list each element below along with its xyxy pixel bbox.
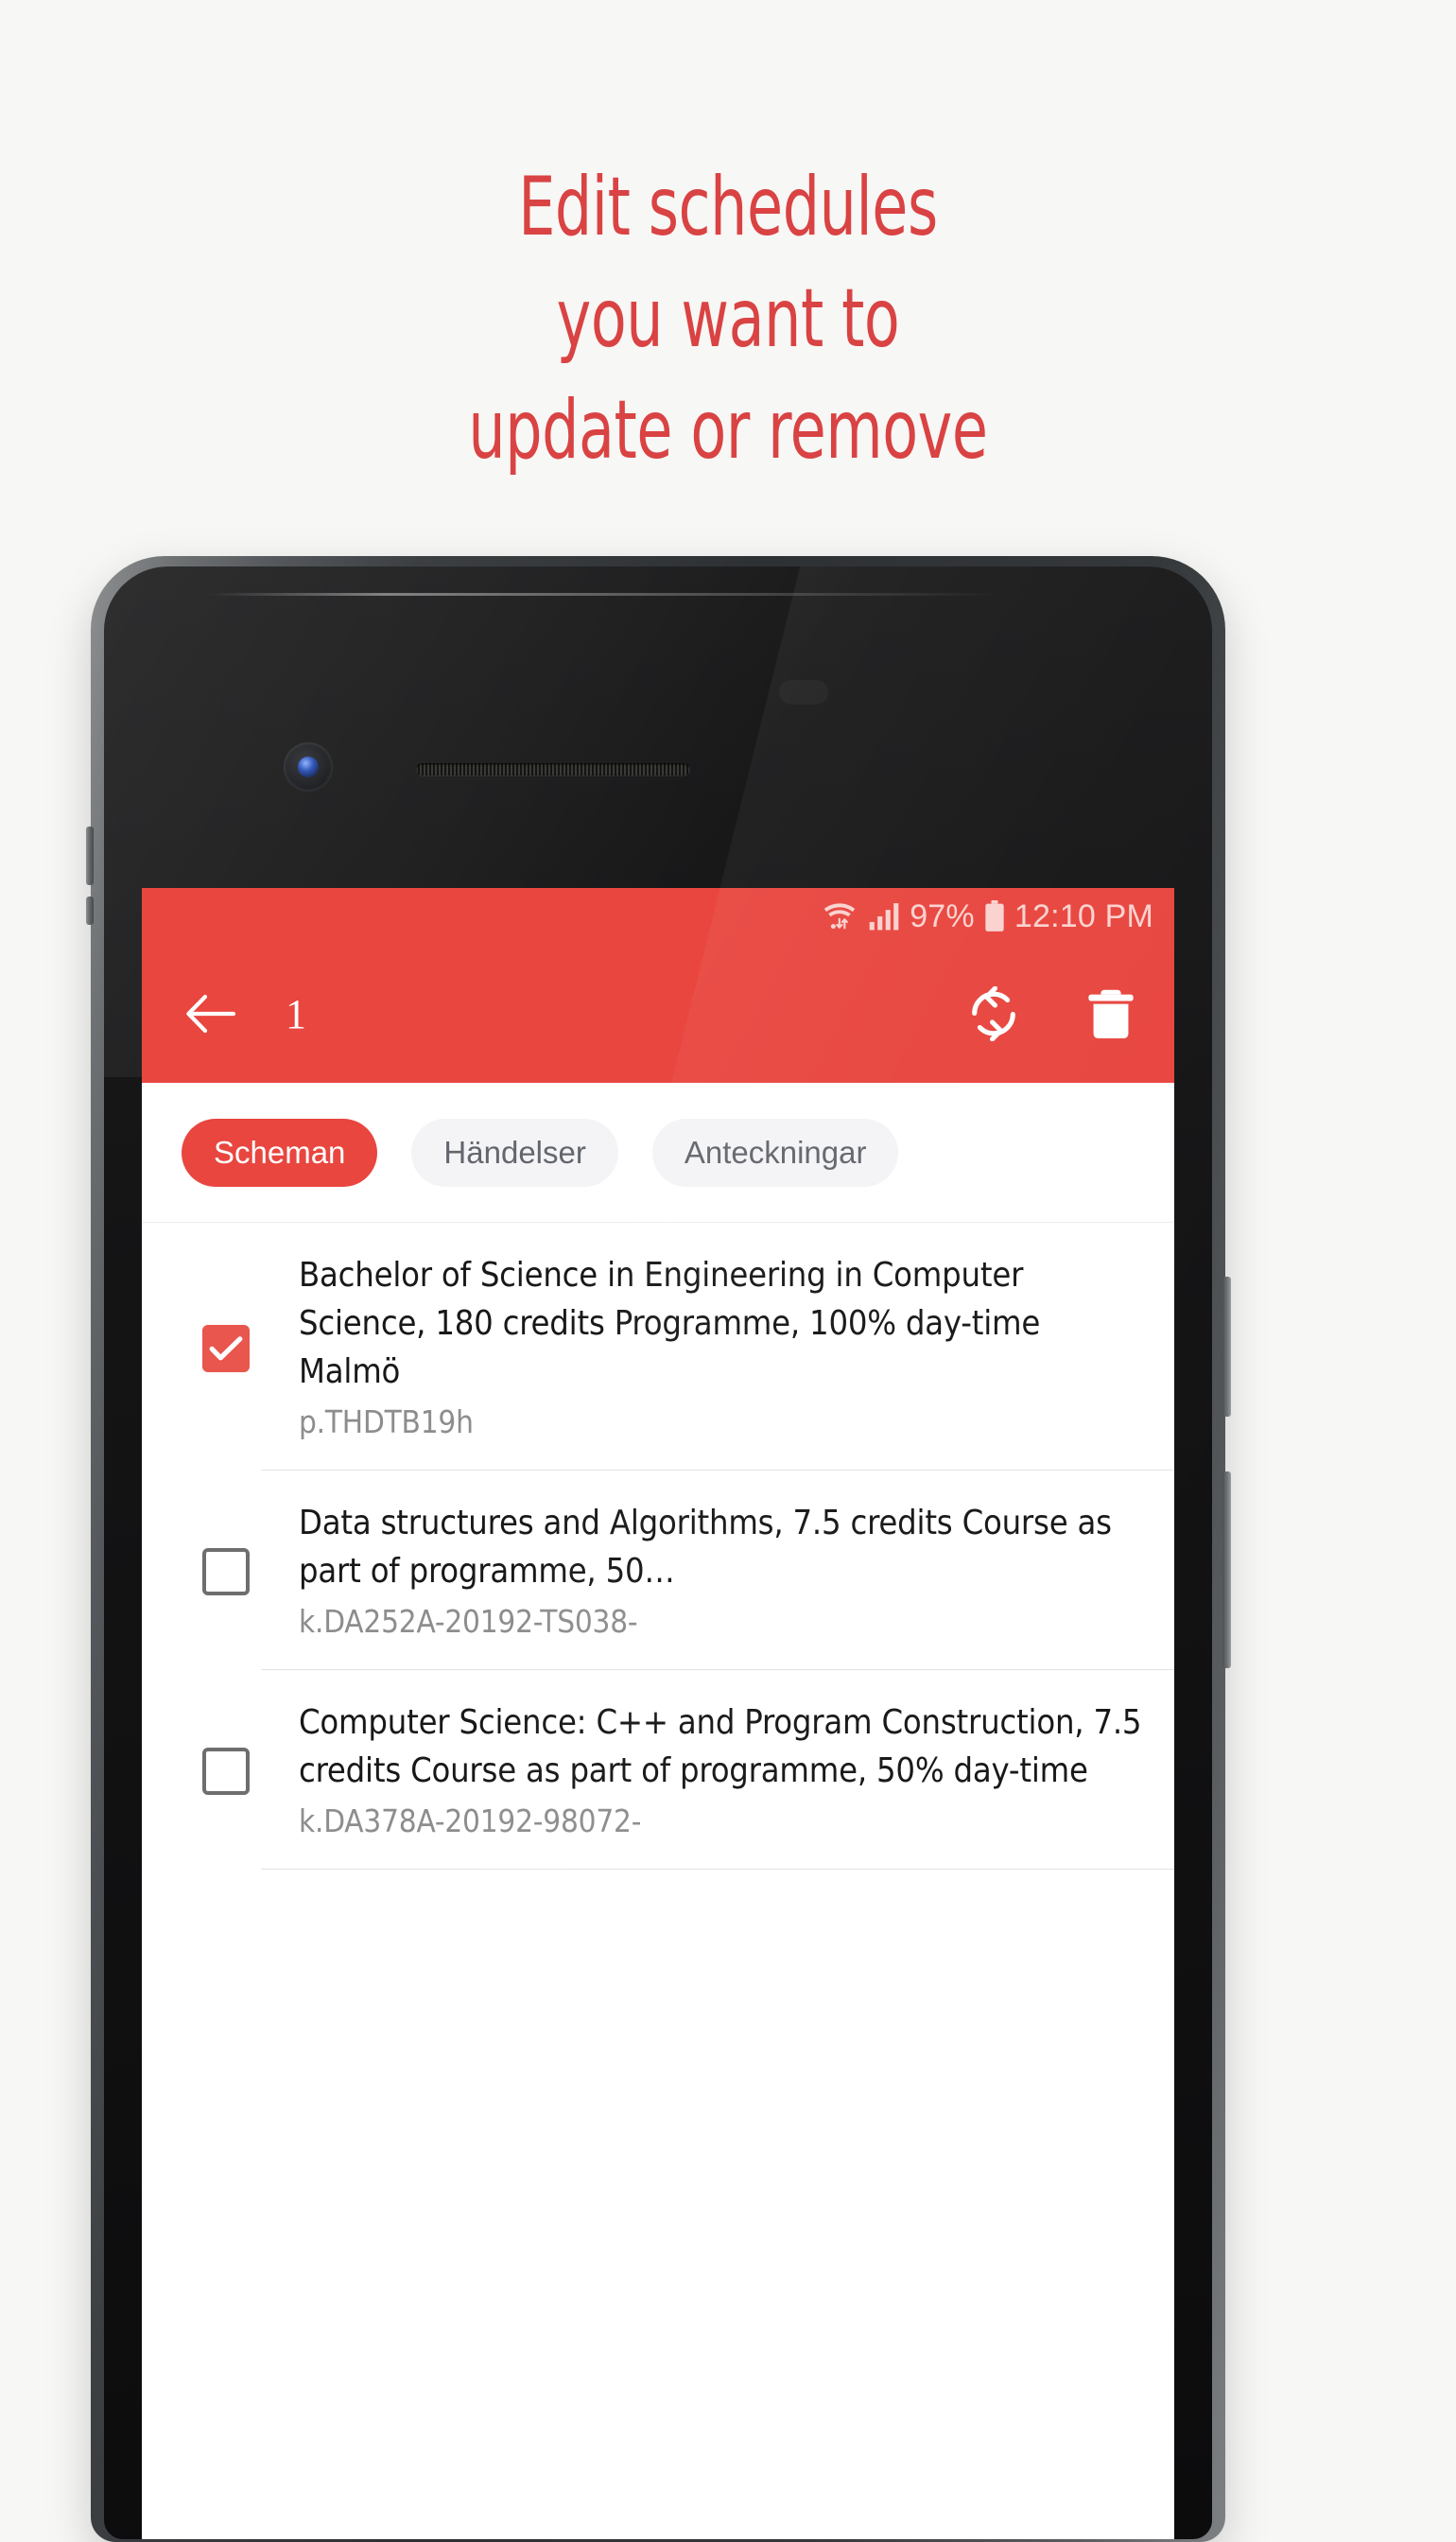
proximity-sensor xyxy=(779,680,828,705)
wifi-transfer-icon xyxy=(823,903,856,930)
battery-full-icon xyxy=(985,900,1004,931)
list-item[interactable]: Bachelor of Science in Engineering in Co… xyxy=(142,1223,1174,1470)
cellular-signal-icon xyxy=(869,903,899,931)
volume-button-left[interactable] xyxy=(86,827,94,885)
glass-hairline xyxy=(208,593,1002,596)
trash-icon[interactable] xyxy=(1082,984,1140,1043)
tab-chip-bar: Scheman Händelser Anteckningar xyxy=(142,1083,1174,1223)
list-divider xyxy=(261,1869,1174,1870)
list-item-subtitle: k.DA252A-20192-TS038- xyxy=(299,1603,638,1640)
promo-headline: Edit schedules you want to update or rem… xyxy=(146,151,1310,486)
side-button-left-2[interactable] xyxy=(86,897,94,925)
clock-label: 12:10 PM xyxy=(1014,897,1153,934)
tab-anteckningar[interactable]: Anteckningar xyxy=(651,1118,899,1187)
headline-line-3: update or remove xyxy=(468,383,988,478)
phone-mockup: 97% 12:10 PM 1 Scheman Händelser Anteckn… xyxy=(86,556,1231,2542)
list-item-title: Computer Science: C++ and Program Constr… xyxy=(299,1703,1142,1790)
volume-button-right[interactable] xyxy=(1222,1471,1231,1668)
sync-icon[interactable] xyxy=(964,984,1023,1043)
tab-handelser[interactable]: Händelser xyxy=(411,1118,618,1187)
list-item-checkbox[interactable] xyxy=(202,1324,250,1372)
status-bar: 97% 12:10 PM xyxy=(142,888,1174,945)
back-arrow-icon[interactable] xyxy=(183,986,238,1041)
headline-line-1: Edit schedules xyxy=(518,160,938,254)
list-item[interactable]: Data structures and Algorithms, 7.5 cred… xyxy=(142,1471,1174,1669)
app-toolbar: 1 xyxy=(142,945,1174,1083)
schedule-list: Bachelor of Science in Engineering in Co… xyxy=(142,1223,1174,1870)
list-item-title: Data structures and Algorithms, 7.5 cred… xyxy=(299,1504,1112,1591)
phone-glass: 97% 12:10 PM 1 Scheman Händelser Anteckn… xyxy=(104,566,1212,2539)
list-item-checkbox[interactable] xyxy=(202,1748,250,1795)
list-item-checkbox[interactable] xyxy=(202,1548,250,1595)
headline-line-2: you want to xyxy=(556,271,900,366)
battery-percent-label: 97% xyxy=(910,897,975,934)
power-button[interactable] xyxy=(1222,1277,1231,1417)
list-item[interactable]: Computer Science: C++ and Program Constr… xyxy=(142,1670,1174,1869)
list-item-subtitle: k.DA378A-20192-98072- xyxy=(299,1802,642,1839)
check-icon xyxy=(209,1335,243,1360)
tab-scheman[interactable]: Scheman xyxy=(182,1118,378,1187)
list-item-title: Bachelor of Science in Engineering in Co… xyxy=(299,1256,1041,1391)
camera-lens-icon xyxy=(298,757,319,777)
selection-count-label: 1 xyxy=(286,990,306,1037)
list-item-subtitle: p.THDTB19h xyxy=(299,1403,474,1440)
phone-screen: 97% 12:10 PM 1 Scheman Händelser Anteckn… xyxy=(142,888,1174,2539)
earpiece-speaker xyxy=(416,763,690,775)
